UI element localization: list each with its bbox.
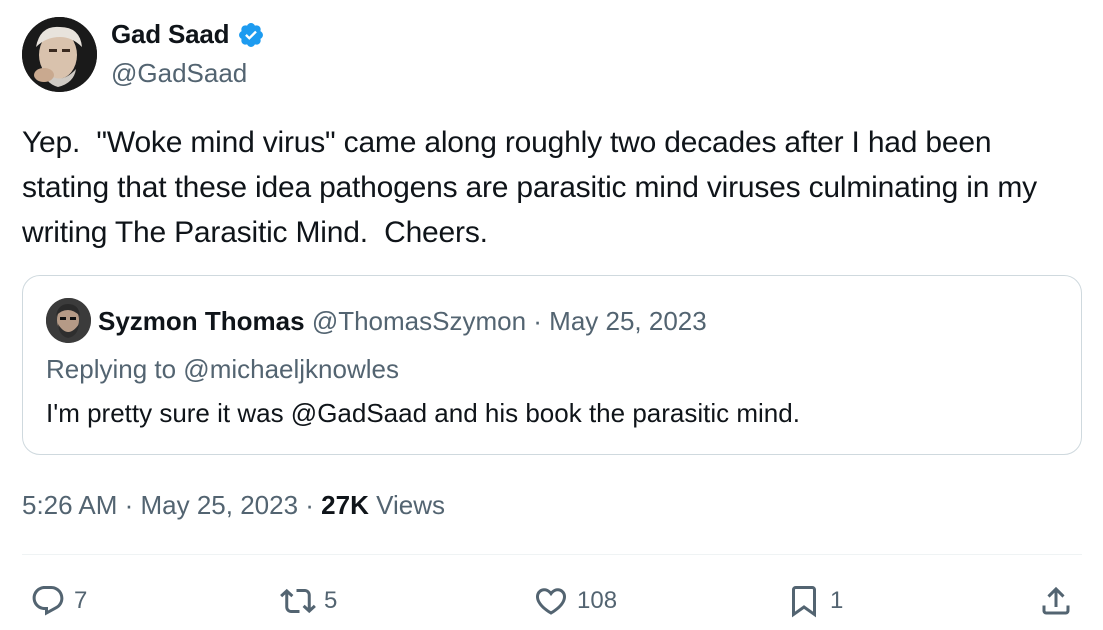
tweet-timestamp[interactable]: 5:26 AM · May 25, 2023 ·: [22, 490, 321, 520]
quoted-author-name[interactable]: Syzmon Thomas: [98, 306, 305, 336]
avatar-photo: [22, 17, 97, 92]
tweet-text: Yep. "Woke mind virus" came along roughl…: [22, 126, 1046, 249]
reply-count: 7: [74, 587, 88, 614]
repost-button[interactable]: 5: [280, 582, 337, 620]
bookmark-icon: [792, 586, 816, 618]
views-label: Views: [368, 490, 445, 520]
divider: [22, 554, 1082, 555]
heart-icon: [535, 588, 567, 615]
repost-icon: [280, 588, 316, 614]
quoted-header: Syzmon Thomas @ThomasSzymon · May 25, 20…: [98, 306, 707, 337]
views-count: 27K: [321, 490, 369, 520]
quoted-author-meta: @ThomasSzymon · May 25, 2023: [304, 306, 707, 336]
quoted-avatar-photo: [46, 298, 91, 343]
verified-badge-icon: [239, 22, 264, 47]
quoted-tweet-text: I'm pretty sure it was @GadSaad and his …: [46, 398, 800, 428]
repost-count: 5: [324, 587, 338, 614]
like-button[interactable]: 108: [533, 582, 617, 620]
share-button[interactable]: [1038, 582, 1074, 620]
like-count: 108: [577, 587, 618, 614]
author-name-text[interactable]: Gad Saad: [111, 19, 230, 50]
author-avatar[interactable]: [22, 17, 97, 92]
reply-button[interactable]: 7: [30, 582, 87, 620]
quoted-tweet[interactable]: Syzmon Thomas @ThomasSzymon · May 25, 20…: [22, 275, 1082, 455]
author-name[interactable]: Gad Saad: [111, 19, 265, 50]
reply-icon: [32, 586, 64, 616]
quoted-replying-to: Replying to @michaeljknowles: [46, 354, 399, 384]
bookmark-count: 1: [830, 587, 844, 614]
quoted-author-avatar[interactable]: [46, 298, 91, 343]
tweet-meta: 5:26 AM · May 25, 2023 · 27K Views: [22, 490, 445, 521]
share-icon: [1042, 586, 1070, 615]
bookmark-button[interactable]: 1: [786, 582, 843, 620]
author-handle[interactable]: @GadSaad: [111, 58, 247, 89]
